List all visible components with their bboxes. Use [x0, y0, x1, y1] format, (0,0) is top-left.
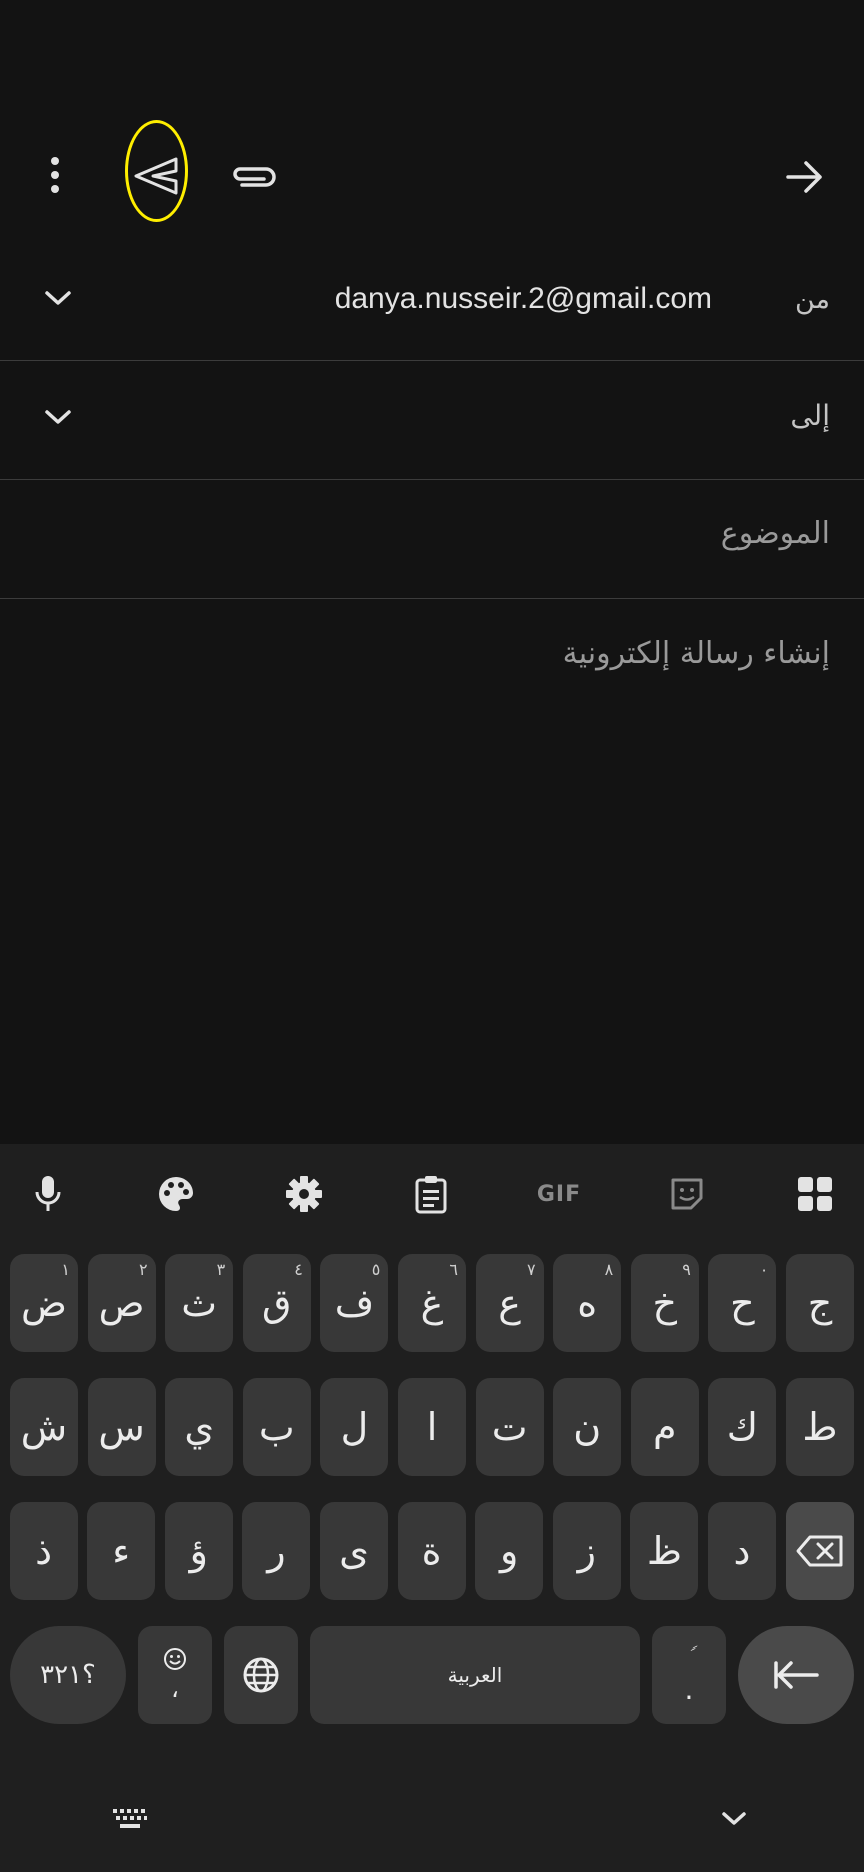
- chevron-down-icon[interactable]: [42, 288, 74, 312]
- key-row2-8[interactable]: ب: [242, 1378, 311, 1476]
- key-char: ص: [98, 1281, 145, 1325]
- key-3[interactable]: خ٩: [630, 1254, 699, 1352]
- key-7[interactable]: ف٥: [320, 1254, 389, 1352]
- key-row2-5[interactable]: ت: [475, 1378, 544, 1476]
- key-row3-8[interactable]: ؤ: [164, 1502, 233, 1600]
- key-10[interactable]: ص٢: [87, 1254, 156, 1352]
- key-11[interactable]: ض١: [10, 1254, 78, 1352]
- key-row2-6[interactable]: ا: [398, 1378, 466, 1476]
- key-hint: ٢: [139, 1260, 148, 1279]
- key-2[interactable]: ح٠: [708, 1254, 777, 1352]
- key-char: ع: [498, 1281, 521, 1325]
- key-hint: ١: [61, 1260, 70, 1279]
- body-placeholder: إنشاء رسالة إلكترونية: [562, 636, 830, 671]
- settings-icon[interactable]: [274, 1168, 334, 1220]
- key-row3-5[interactable]: ة: [397, 1502, 466, 1600]
- chevron-down-icon[interactable]: [720, 1810, 748, 1832]
- key-hint: ٤: [294, 1260, 303, 1279]
- key-char: ج: [807, 1281, 833, 1325]
- paperclip-icon[interactable]: [228, 155, 278, 197]
- key-row2-11[interactable]: ش: [10, 1378, 78, 1476]
- key-row2-9[interactable]: ي: [165, 1378, 234, 1476]
- key-hint: ٣: [216, 1260, 226, 1279]
- clipboard-icon[interactable]: [401, 1168, 461, 1220]
- key-row3-2[interactable]: ظ: [630, 1502, 699, 1600]
- arrow-forward-icon[interactable]: [780, 152, 830, 202]
- compose-toolbar: [0, 0, 864, 240]
- key-row3-4[interactable]: و: [475, 1502, 544, 1600]
- key-row3-7[interactable]: ر: [242, 1502, 311, 1600]
- key-row2-4[interactable]: ن: [553, 1378, 622, 1476]
- key-char: ث: [181, 1281, 218, 1325]
- subject-placeholder: الموضوع: [720, 516, 830, 551]
- key-hint: ٠: [759, 1260, 769, 1279]
- key-row2-1[interactable]: ط: [786, 1378, 854, 1476]
- palette-icon[interactable]: [146, 1168, 206, 1220]
- emoji-icon: [164, 1648, 186, 1670]
- backspace-key[interactable]: [786, 1502, 854, 1600]
- key-row3-3[interactable]: ز: [552, 1502, 621, 1600]
- key-char: ض: [21, 1281, 67, 1325]
- key-row3-6[interactable]: ى: [320, 1502, 388, 1600]
- key-row3-1[interactable]: د: [708, 1502, 776, 1600]
- key-1[interactable]: ج: [786, 1254, 854, 1352]
- comma-label: ،: [171, 1675, 179, 1703]
- key-row3-10[interactable]: ذ: [9, 1502, 78, 1600]
- key-row2-7[interactable]: ل: [320, 1378, 389, 1476]
- sticker-icon[interactable]: [657, 1168, 717, 1220]
- navigation-bar: [0, 1770, 864, 1872]
- key-char: ف: [334, 1281, 375, 1325]
- key-hint: ٩: [682, 1260, 691, 1279]
- to-label: إلى: [790, 399, 830, 432]
- key-6[interactable]: غ٦: [398, 1254, 466, 1352]
- from-email-value: danya.nusseir.2@gmail.com: [334, 282, 712, 315]
- key-8[interactable]: ق٤: [242, 1254, 311, 1352]
- more-vert-icon[interactable]: [30, 150, 80, 200]
- gif-label: GIF: [536, 1181, 582, 1207]
- symbols-key[interactable]: ؟٣٢١: [10, 1626, 126, 1724]
- key-char: غ: [420, 1281, 444, 1325]
- backspace-icon: [796, 1535, 843, 1567]
- key-row2-10[interactable]: س: [87, 1378, 156, 1476]
- period-key[interactable]: ࣰ .: [652, 1626, 726, 1724]
- key-char: ح: [730, 1281, 755, 1325]
- space-key[interactable]: العربية: [310, 1626, 640, 1724]
- chevron-down-icon[interactable]: [42, 407, 74, 431]
- body-field[interactable]: [0, 599, 864, 1144]
- mic-icon[interactable]: [18, 1168, 78, 1220]
- key-4[interactable]: ه٨: [553, 1254, 622, 1352]
- key-hint: ٥: [371, 1260, 381, 1279]
- gif-icon[interactable]: GIF: [529, 1168, 589, 1220]
- language-key[interactable]: [224, 1626, 298, 1724]
- key-char: خ: [652, 1281, 678, 1325]
- space-key-label: العربية: [447, 1663, 503, 1687]
- enter-key[interactable]: [738, 1626, 854, 1724]
- globe-icon: [243, 1657, 279, 1693]
- keyboard-icon[interactable]: [112, 1808, 148, 1836]
- key-char: ق: [262, 1281, 292, 1325]
- from-label: من: [794, 284, 830, 315]
- key-hint: ٨: [604, 1260, 614, 1279]
- send-icon[interactable]: [128, 150, 184, 202]
- symbols-key-label: ؟٣٢١: [40, 1660, 96, 1690]
- emoji-comma-key[interactable]: ،: [138, 1626, 212, 1724]
- to-row[interactable]: [0, 361, 864, 479]
- key-hint: ٦: [449, 1260, 458, 1279]
- key-row2-3[interactable]: م: [630, 1378, 699, 1476]
- apps-grid-icon[interactable]: [785, 1168, 845, 1220]
- key-9[interactable]: ث٣: [165, 1254, 234, 1352]
- key-hint: ٧: [527, 1260, 536, 1279]
- key-5[interactable]: ع٧: [475, 1254, 544, 1352]
- key-row2-2[interactable]: ك: [708, 1378, 777, 1476]
- key-char: ه: [577, 1281, 598, 1325]
- enter-arrow-icon: [774, 1661, 819, 1689]
- period-label: .: [684, 1672, 694, 1706]
- keyboard: GIF جح٠خ٩ه٨ع٧غ٦ف٥ق٤ث٣ص٢ض١ طكمنتالبيسش دظ…: [0, 1144, 864, 1872]
- key-row3-9[interactable]: ء: [87, 1502, 156, 1600]
